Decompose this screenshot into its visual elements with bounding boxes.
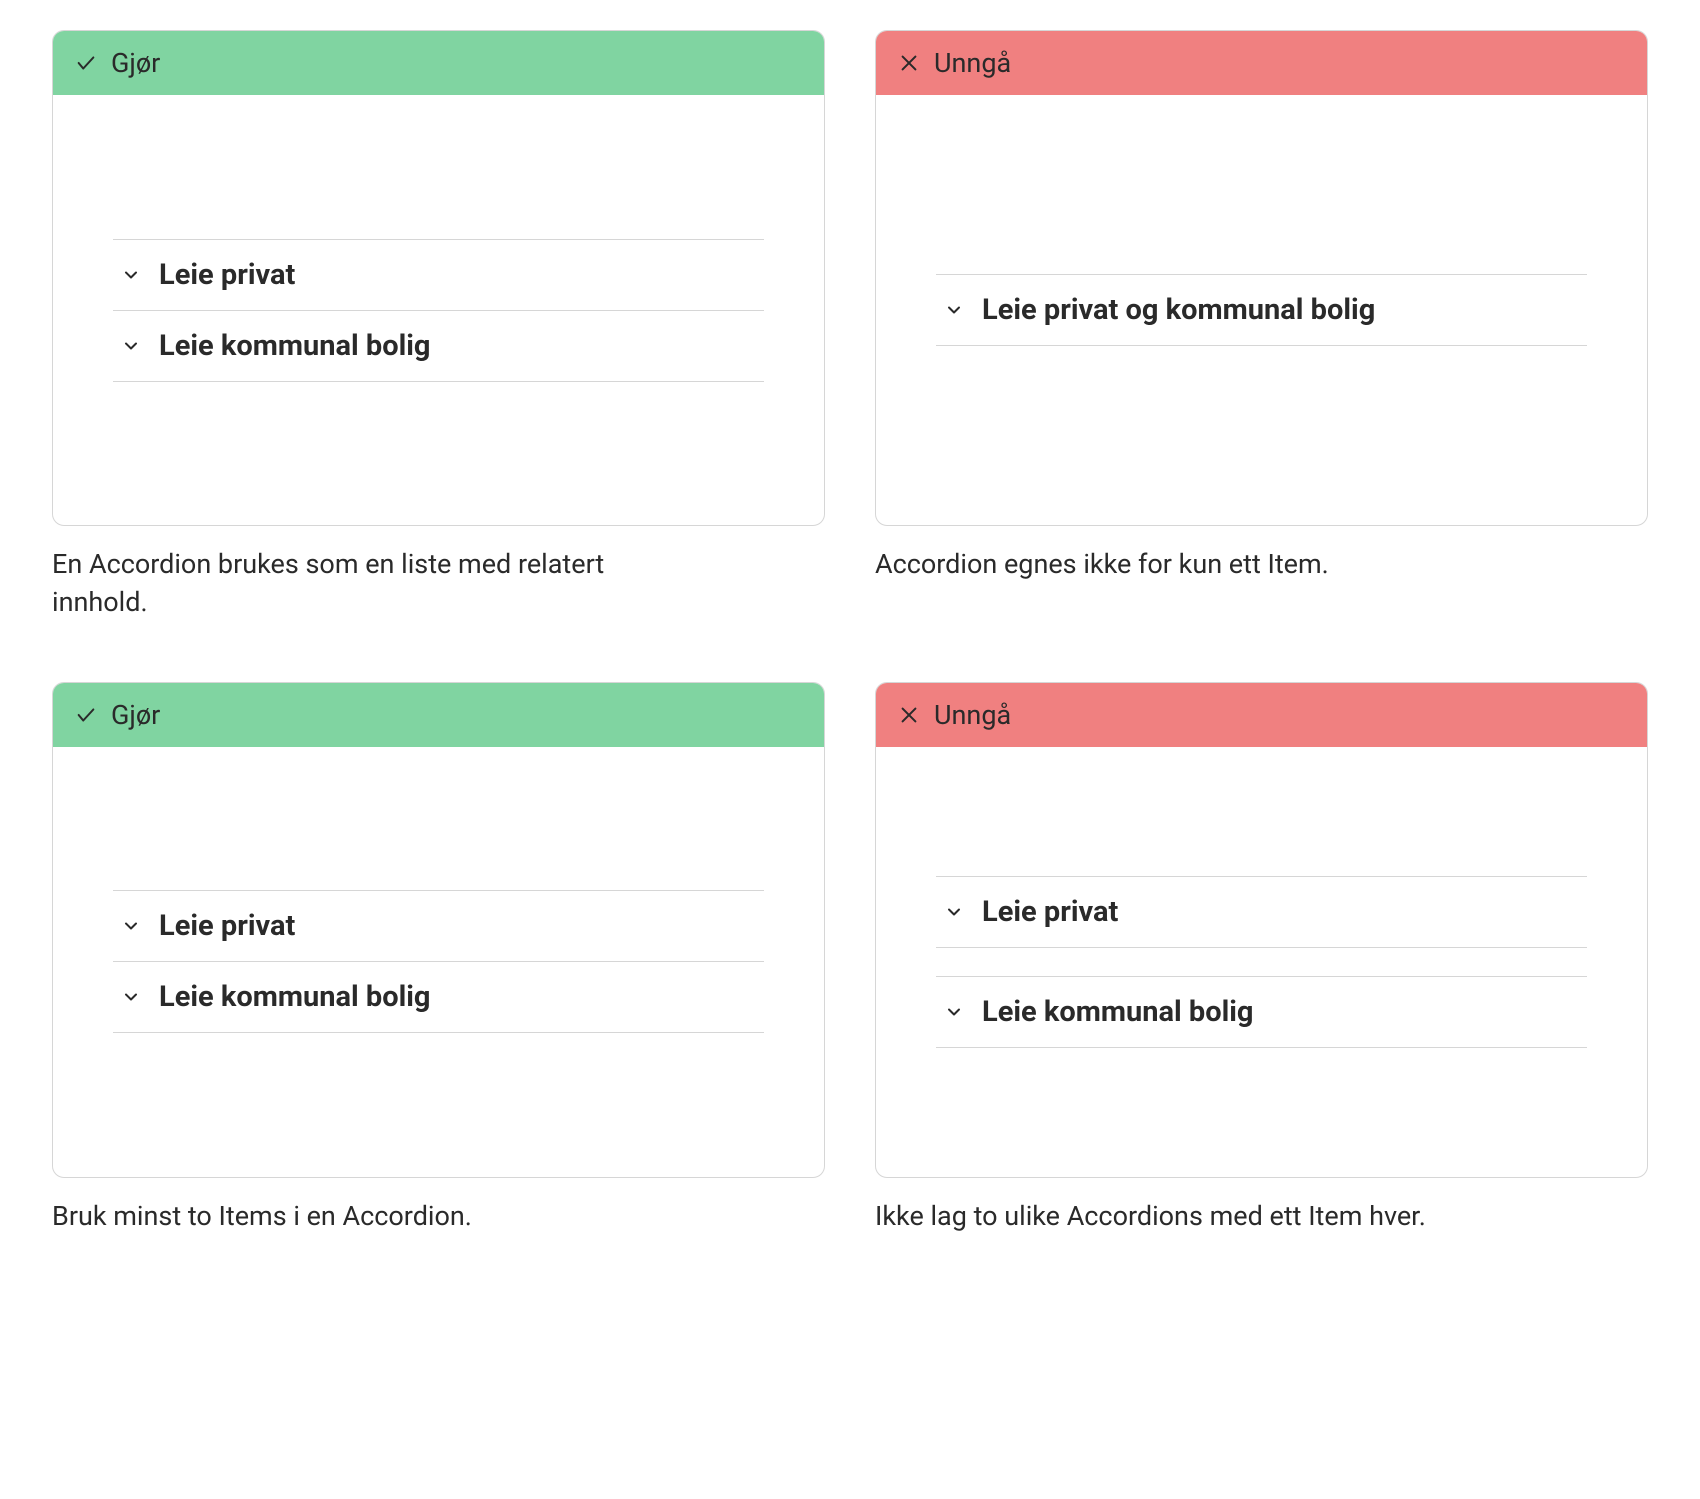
chevron-down-icon (944, 1002, 964, 1022)
avoid-example: Unngå Leie privat Leie kommunal bolig Ikke … (875, 682, 1648, 1236)
do-header: Gjør (53, 683, 824, 747)
do-example: Gjør Leie privat Leie kommunal bolig En Acc… (52, 30, 825, 622)
accordion-item-label: Leie kommunal bolig (982, 995, 1254, 1029)
card-body: Leie privat og kommunal bolig (876, 95, 1647, 525)
example-caption: Ikke lag to ulike Accordions med ett Ite… (875, 1198, 1515, 1236)
accordion: Leie privat og kommunal bolig (936, 274, 1587, 346)
card-body: Leie privat Leie kommunal bolig (53, 747, 824, 1177)
accordion-item[interactable]: Leie kommunal bolig (936, 977, 1587, 1048)
close-icon (898, 704, 920, 726)
avoid-example: Unngå Leie privat og kommunal bolig Accord… (875, 30, 1648, 622)
chevron-down-icon (121, 987, 141, 1007)
accordion-item[interactable]: Leie privat (936, 877, 1587, 948)
accordion-item[interactable]: Leie kommunal bolig (113, 962, 764, 1033)
check-icon (75, 52, 97, 74)
example-card: Unngå Leie privat Leie kommunal bolig (875, 682, 1648, 1178)
accordion-item[interactable]: Leie privat (113, 891, 764, 962)
avoid-header: Unngå (876, 31, 1647, 95)
do-example: Gjør Leie privat Leie kommunal bolig Bruk m… (52, 682, 825, 1236)
accordion: Leie kommunal bolig (936, 976, 1587, 1048)
accordion-item-label: Leie privat (159, 909, 295, 943)
example-caption: Accordion egnes ikke for kun ett Item. (875, 546, 1515, 584)
chevron-down-icon (944, 902, 964, 922)
avoid-header: Unngå (876, 683, 1647, 747)
chevron-down-icon (121, 265, 141, 285)
accordion-item[interactable]: Leie privat (113, 240, 764, 311)
header-label: Unngå (934, 47, 1011, 79)
accordion-item-label: Leie kommunal bolig (159, 329, 431, 363)
check-icon (75, 704, 97, 726)
chevron-down-icon (944, 300, 964, 320)
accordion-item-label: Leie privat (982, 895, 1118, 929)
example-card: Gjør Leie privat Leie kommunal bolig (52, 30, 825, 526)
accordion-item-label: Leie privat og kommunal bolig (982, 293, 1375, 327)
accordion-item-label: Leie privat (159, 258, 295, 292)
accordion: Leie privat Leie kommunal bolig (113, 239, 764, 382)
example-card: Gjør Leie privat Leie kommunal bolig (52, 682, 825, 1178)
example-caption: En Accordion brukes som en liste med rel… (52, 546, 692, 622)
example-card: Unngå Leie privat og kommunal bolig (875, 30, 1648, 526)
accordion: Leie privat (936, 876, 1587, 948)
do-header: Gjør (53, 31, 824, 95)
accordion-item-label: Leie kommunal bolig (159, 980, 431, 1014)
card-body: Leie privat Leie kommunal bolig (876, 747, 1647, 1177)
header-label: Unngå (934, 699, 1011, 731)
chevron-down-icon (121, 336, 141, 356)
card-body: Leie privat Leie kommunal bolig (53, 95, 824, 525)
chevron-down-icon (121, 916, 141, 936)
accordion-item[interactable]: Leie privat og kommunal bolig (936, 275, 1587, 346)
accordion-item[interactable]: Leie kommunal bolig (113, 311, 764, 382)
close-icon (898, 52, 920, 74)
example-caption: Bruk minst to Items i en Accordion. (52, 1198, 692, 1236)
header-label: Gjør (111, 47, 160, 79)
header-label: Gjør (111, 699, 160, 731)
accordion: Leie privat Leie kommunal bolig (113, 890, 764, 1033)
